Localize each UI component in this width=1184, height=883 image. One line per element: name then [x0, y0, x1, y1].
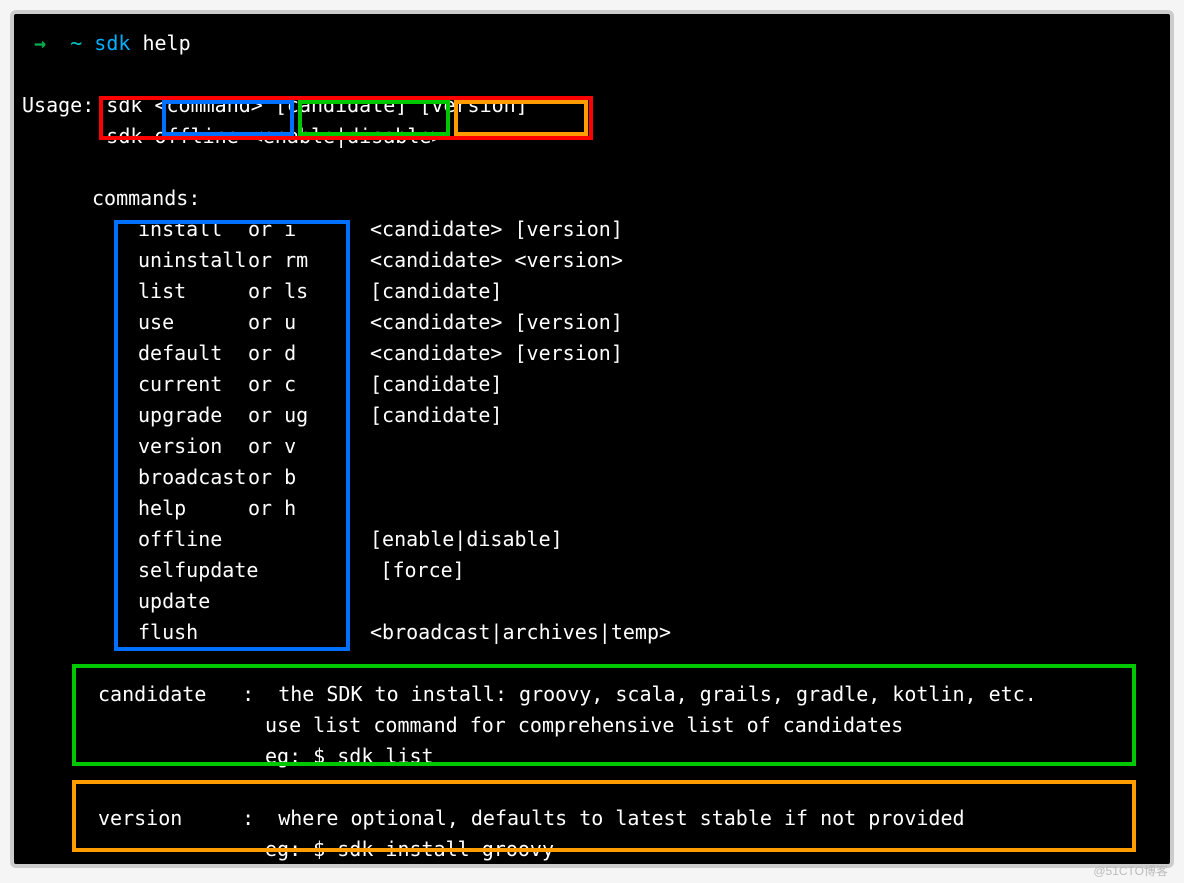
command-args: [candidate] [320, 400, 502, 431]
command-alias: or b [248, 462, 320, 493]
commands-header: commands: [22, 183, 1162, 214]
command-name: version [138, 431, 248, 462]
candidate-desc-2: use list command for comprehensive list … [265, 710, 903, 741]
command-alias: or i [248, 214, 320, 245]
usage-label: Usage: [22, 93, 94, 117]
command-row: uninstallor rm<candidate> <version> [22, 245, 1162, 276]
version-line-1: version : where optional, defaults to la… [22, 803, 1162, 834]
command-row: useor u<candidate> [version] [22, 307, 1162, 338]
version-desc-1: where optional, defaults to latest stabl… [278, 803, 964, 834]
command-name: help [138, 493, 248, 524]
prompt-arg: help [142, 31, 190, 55]
command-name: use [138, 307, 248, 338]
command-row: installor i<candidate> [version] [22, 214, 1162, 245]
blank-line [22, 152, 1162, 183]
command-args: [force] [330, 555, 464, 586]
command-args: <candidate> [version] [320, 338, 623, 369]
blank-line [22, 772, 1162, 803]
command-alias: or v [248, 431, 320, 462]
command-args: [candidate] [320, 369, 502, 400]
usage-offline: offline [154, 124, 238, 148]
command-args: <candidate> [version] [320, 214, 623, 245]
version-desc-2: eg: $ sdk install groovy [265, 834, 554, 865]
command-alias: or ug [248, 400, 320, 431]
terminal-window[interactable]: → ~ sdk help Usage: sdk <command> [candi… [10, 10, 1174, 868]
command-name: upgrade [138, 400, 248, 431]
blank-line [22, 648, 1162, 679]
command-alias: or c [248, 369, 320, 400]
command-row: broadcastor b [22, 462, 1162, 493]
candidate-line-1: candidate : the SDK to install: groovy, … [22, 679, 1162, 710]
command-name: uninstall [138, 245, 248, 276]
command-row: helpor h [22, 493, 1162, 524]
candidate-desc-3: eg: $ sdk list [265, 741, 434, 772]
version-line-2: eg: $ sdk install groovy [22, 834, 1162, 865]
command-row: upgradeor ug[candidate] [22, 400, 1162, 431]
command-args: <candidate> <version> [320, 245, 623, 276]
commands-list: installor i<candidate> [version]uninstal… [22, 214, 1162, 648]
sep: : [218, 803, 278, 834]
sep: : [218, 679, 278, 710]
command-row: currentor c[candidate] [22, 369, 1162, 400]
command-name: current [138, 369, 248, 400]
command-args: [candidate] [320, 276, 502, 307]
usage-prog2: sdk [106, 124, 142, 148]
usage-command: <command> [154, 93, 262, 117]
command-row: listor ls[candidate] [22, 276, 1162, 307]
command-row: flush <broadcast|archives|temp> [22, 617, 1162, 648]
candidate-desc-1: the SDK to install: groovy, scala, grail… [278, 679, 1037, 710]
command-name: list [138, 276, 248, 307]
command-name: offline [138, 524, 248, 555]
prompt-tilde: ~ [70, 31, 82, 55]
usage-line-1: Usage: sdk <command> [candidate] [versio… [22, 90, 1162, 121]
command-args: [enable|disable] [320, 524, 563, 555]
usage-version: [version] [419, 93, 527, 117]
command-args: <candidate> [version] [320, 307, 623, 338]
usage-candidate: [candidate] [275, 93, 407, 117]
blank-line [22, 59, 1162, 90]
command-alias: or h [248, 493, 320, 524]
command-alias: or u [248, 307, 320, 338]
command-row: selfupdate [force] [22, 555, 1162, 586]
command-alias: or ls [248, 276, 320, 307]
usage-enable-disable: <enable|disable> [251, 124, 444, 148]
command-name: flush [138, 617, 248, 648]
version-label: version [98, 803, 218, 834]
command-row: versionor v [22, 431, 1162, 462]
command-row: offline [enable|disable] [22, 524, 1162, 555]
candidate-label: candidate [98, 679, 218, 710]
prompt-arrow-icon: → [34, 31, 46, 55]
usage-prog: sdk [106, 93, 142, 117]
candidate-line-3: eg: $ sdk list [22, 741, 1162, 772]
command-alias: or rm [248, 245, 320, 276]
command-row: update [22, 586, 1162, 617]
prompt-command: sdk [94, 31, 130, 55]
command-args: <broadcast|archives|temp> [320, 617, 671, 648]
command-name: selfupdate [138, 555, 258, 586]
command-name: update [138, 586, 248, 617]
command-name: install [138, 214, 248, 245]
command-name: broadcast [138, 462, 248, 493]
command-alias: or d [248, 338, 320, 369]
candidate-line-2: use list command for comprehensive list … [22, 710, 1162, 741]
watermark: @51CTO博客 [1093, 862, 1168, 879]
usage-line-2: sdk offline <enable|disable> [22, 121, 1162, 152]
prompt-line: → ~ sdk help [22, 28, 1162, 59]
command-name: default [138, 338, 248, 369]
command-row: defaultor d<candidate> [version] [22, 338, 1162, 369]
